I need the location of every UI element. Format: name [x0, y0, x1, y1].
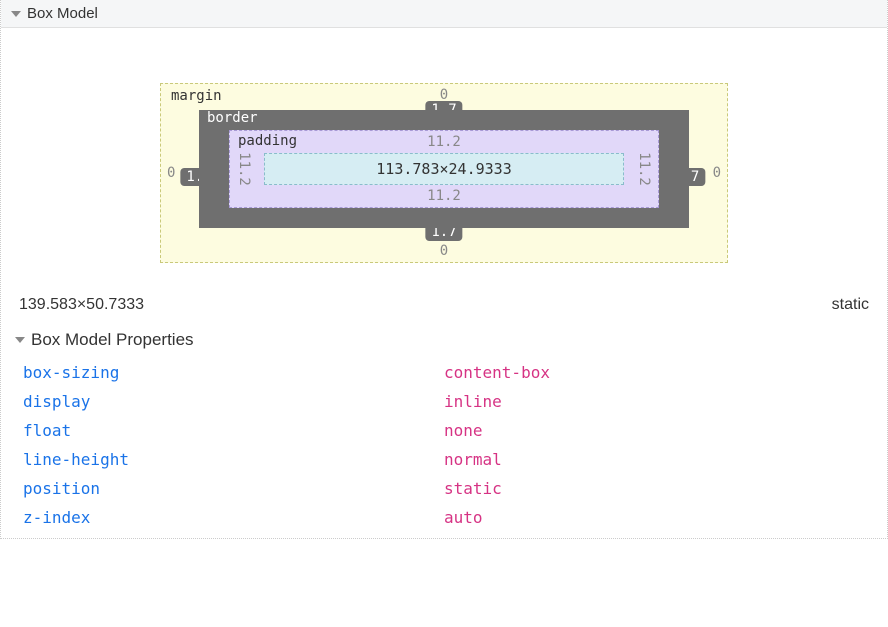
content-region[interactable]: 113.783×24.9333: [264, 153, 624, 185]
property-row: floatnone: [1, 416, 887, 445]
property-row: displayinline: [1, 387, 887, 416]
border-region[interactable]: border padding 11.2 11.2 11.2 11.2 113.7…: [199, 110, 689, 228]
element-dimensions: 139.583×50.7333: [19, 296, 144, 314]
property-name[interactable]: box-sizing: [23, 363, 444, 382]
box-model-section-header[interactable]: Box Model: [1, 0, 887, 28]
property-value[interactable]: static: [444, 479, 502, 498]
padding-left-value[interactable]: 11.2: [236, 152, 252, 186]
element-summary-row: 139.583×50.7333 static: [1, 288, 887, 328]
property-row: positionstatic: [1, 474, 887, 503]
property-value[interactable]: content-box: [444, 363, 550, 382]
property-name[interactable]: display: [23, 392, 444, 411]
margin-label: margin: [171, 88, 222, 104]
padding-bottom-value[interactable]: 11.2: [427, 188, 461, 204]
properties-section-title: Box Model Properties: [31, 330, 194, 350]
box-model-diagram: margin 0 0 0 0 1.7 1.7 1.7 1.7 border pa…: [1, 28, 887, 288]
margin-region[interactable]: margin 0 0 0 0 1.7 1.7 1.7 1.7 border pa…: [160, 83, 728, 263]
content-dimensions[interactable]: 113.783×24.9333: [376, 160, 511, 178]
margin-bottom-value[interactable]: 0: [440, 243, 448, 259]
padding-top-value[interactable]: 11.2: [427, 134, 461, 150]
property-name[interactable]: z-index: [23, 508, 444, 527]
property-row: line-heightnormal: [1, 445, 887, 474]
box-model-panel: Box Model margin 0 0 0 0 1.7 1.7 1.7 1.7…: [0, 0, 888, 539]
property-name[interactable]: position: [23, 479, 444, 498]
property-row: box-sizingcontent-box: [1, 358, 887, 387]
property-row: z-indexauto: [1, 503, 887, 532]
property-value[interactable]: auto: [444, 508, 483, 527]
property-name[interactable]: float: [23, 421, 444, 440]
padding-right-value[interactable]: 11.2: [636, 152, 652, 186]
property-value[interactable]: none: [444, 421, 483, 440]
border-label: border: [207, 110, 258, 126]
padding-label: padding: [238, 133, 297, 149]
disclosure-triangle-icon: [15, 337, 25, 343]
element-position-mode: static: [832, 296, 869, 314]
property-value[interactable]: inline: [444, 392, 502, 411]
section-title: Box Model: [27, 5, 98, 22]
properties-list: box-sizingcontent-boxdisplayinlinefloatn…: [1, 356, 887, 538]
disclosure-triangle-icon: [11, 11, 21, 17]
padding-region[interactable]: padding 11.2 11.2 11.2 11.2 113.783×24.9…: [229, 130, 659, 208]
property-value[interactable]: normal: [444, 450, 502, 469]
margin-left-value[interactable]: 0: [167, 165, 175, 181]
box-model-properties-header[interactable]: Box Model Properties: [1, 328, 887, 356]
margin-right-value[interactable]: 0: [713, 165, 721, 181]
property-name[interactable]: line-height: [23, 450, 444, 469]
